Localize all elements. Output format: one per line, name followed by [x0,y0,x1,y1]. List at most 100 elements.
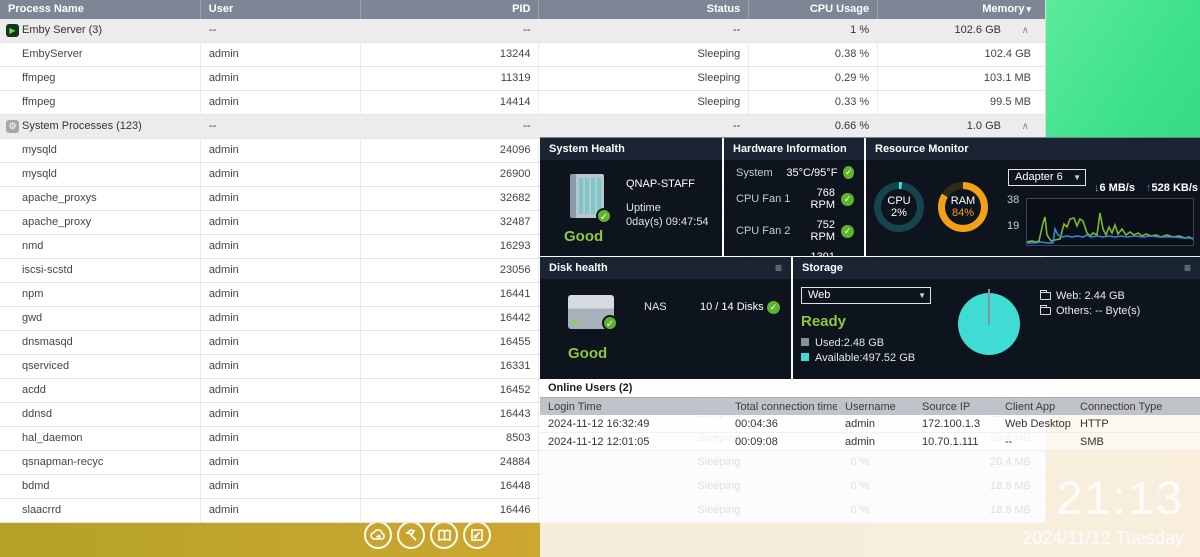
memory-cell: 99.5 MB [878,91,1045,114]
table-row[interactable]: ffmpegadmin11319Sleeping0.29 %103.1 MB [0,67,1045,91]
axis-tick-mid: 19 [1007,220,1019,232]
disk-nas-label: NAS [644,301,667,313]
process-name-cell: ⚙System Processes (123) [0,115,201,138]
storage-list-icon[interactable]: ≡ [1184,257,1191,279]
desktop-dock [364,521,491,549]
column-status[interactable]: Status [539,0,749,19]
memory-cell: 103.1 MB [878,67,1045,90]
network-traffic-chart[interactable] [1026,198,1194,246]
online-users-column[interactable]: Total connection time [727,398,837,415]
hardware-check-icon: ✓ [841,225,854,238]
disk-health-panel: Disk health ≡ ✓ Good NAS 10 / 14 Disks ✓ [540,257,791,379]
process-name-cell: qserviced [0,355,201,378]
ram-usage-donut[interactable]: RAM 84% [938,182,988,232]
table-row[interactable]: ⚙System Processes (123)------0.66 %1.0 G… [0,115,1045,139]
online-users-column[interactable]: Username [837,398,914,415]
hardware-label: CPU Fan 2 [736,225,798,237]
disk-count: 10 / 14 Disks [700,301,764,313]
table-row[interactable]: ▶Emby Server (3)------1 %102.6 GB∧ [0,19,1045,43]
disk-device-icon: ✓ [568,295,614,329]
volume-state: Ready [801,313,846,330]
hardware-row: CPU Fan 1768 RPM✓ [724,183,864,215]
process-table-header: Process Name User PID Status CPU Usage M… [0,0,1045,19]
sort-caret-icon: ▾ [1026,4,1031,14]
folder-icon [1040,292,1051,300]
used-swatch [801,338,809,346]
column-memory[interactable]: Memory▾ [878,0,1045,19]
hardware-value: 768 RPM [798,187,835,211]
process-name-cell: nmd [0,235,201,258]
process-name-cell: hal_daemon [0,427,201,450]
memory-cell: 102.6 GB∧ [878,19,1045,42]
online-user-row[interactable]: 2024-11-12 16:32:4900:04:36admin172.100.… [540,415,1200,433]
pie-needle [988,289,990,325]
desktop: 21:13 2024/11/12 Tuesday Process Name Us… [0,0,1200,557]
hardware-row: CPU Fan 2752 RPM ✓ [724,215,864,247]
disk-health-title: Disk health [549,257,608,279]
uptime-label: Uptime [626,202,661,214]
hardware-value: 35°C/95°F [786,167,837,179]
online-users-panel: Online Users (2) Login TimeTotal connect… [540,379,1200,451]
hardware-value: 1391 RPM [798,251,835,256]
hardware-info-panel: Hardware Information System35°C/95°F✓CPU… [724,138,864,256]
uptime-value: 0day(s) 09:47:54 [626,216,709,228]
disk-list-icon[interactable]: ≡ [775,257,782,279]
emby-app-icon: ▶ [6,24,19,37]
ram-value: 84% [952,207,974,219]
collapse-group-icon[interactable]: ∧ [1022,19,1029,42]
process-name-cell: iscsi-scstd [0,259,201,282]
adapter-select[interactable]: Adapter 6 ▼ [1008,169,1086,186]
online-users-column[interactable]: Client App [997,398,1072,415]
process-name-cell: gwd [0,307,201,330]
storage-legend-item: Web: 2.44 GB [1040,289,1140,304]
health-check-icon: ✓ [596,208,612,224]
cpu-usage-donut[interactable]: CPU 2% [874,182,924,232]
cpu-label: CPU [887,195,910,207]
online-users-header: Login TimeTotal connection timeUsernameS… [540,397,1200,415]
process-name-cell: ▶Emby Server (3) [0,19,201,42]
tools-icon[interactable] [397,521,425,549]
volume-select[interactable]: Web ▼ [801,287,931,304]
table-row[interactable]: ffmpegadmin14414Sleeping0.33 %99.5 MB [0,91,1045,115]
online-user-row[interactable]: 2024-11-12 12:01:0500:09:08admin10.70.1.… [540,433,1200,451]
chevron-down-icon: ▼ [918,288,926,303]
dashboard-overlay: System Health ✓ Good QNAP-STAFF Uptime 0… [540,137,1200,557]
storage-title: Storage [802,257,843,279]
traffic-lines [1027,199,1193,245]
online-users-column[interactable]: Connection Type [1072,398,1200,415]
process-name-cell: mysqld [0,139,201,162]
process-name-cell: dnsmasqd [0,331,201,354]
cloud-sync-icon[interactable] [364,521,392,549]
network-throughput: ↓6 MB/s ↑528 KB/s [1094,182,1198,194]
upload-value: 528 KB/s [1152,182,1198,194]
manual-book-icon[interactable] [430,521,458,549]
system-health-status: Good [564,228,603,245]
online-users-column[interactable]: Login Time [540,398,727,415]
notes-icon[interactable] [463,521,491,549]
column-cpu-usage[interactable]: CPU Usage [749,0,878,19]
disk-check-icon: ✓ [602,315,618,331]
column-process-name[interactable]: Process Name [0,0,201,19]
online-users-column[interactable]: Source IP [914,398,997,415]
storage-panel: Storage ≡ Web ▼ Ready Used:2.48 GB Avail… [793,257,1200,379]
table-row[interactable]: EmbyServeradmin13244Sleeping0.38 %102.4 … [0,43,1045,67]
process-name-cell: mysqld [0,163,201,186]
system-process-icon: ⚙ [6,120,19,133]
system-health-title: System Health [549,138,625,160]
axis-tick-top: 38 [1007,194,1019,206]
process-name-cell: acdd [0,379,201,402]
process-name-cell: ffmpeg [0,91,201,114]
folder-icon [1040,307,1051,315]
resource-monitor-panel: Resource Monitor CPU 2% RAM 84% Adapter … [866,138,1200,256]
column-user[interactable]: User [201,0,361,19]
process-name-cell: bdmd [0,475,201,498]
memory-cell: 1.0 GB∧ [878,115,1045,138]
chevron-down-icon: ▼ [1073,170,1081,185]
collapse-group-icon[interactable]: ∧ [1022,115,1029,138]
column-pid[interactable]: PID [361,0,540,19]
storage-legend-item: Others: -- Byte(s) [1040,304,1140,319]
hardware-value: 752 RPM [798,219,835,243]
process-name-cell: EmbyServer [0,43,201,66]
process-name-cell: ddnsd [0,403,201,426]
process-name-cell: ffmpeg [0,67,201,90]
